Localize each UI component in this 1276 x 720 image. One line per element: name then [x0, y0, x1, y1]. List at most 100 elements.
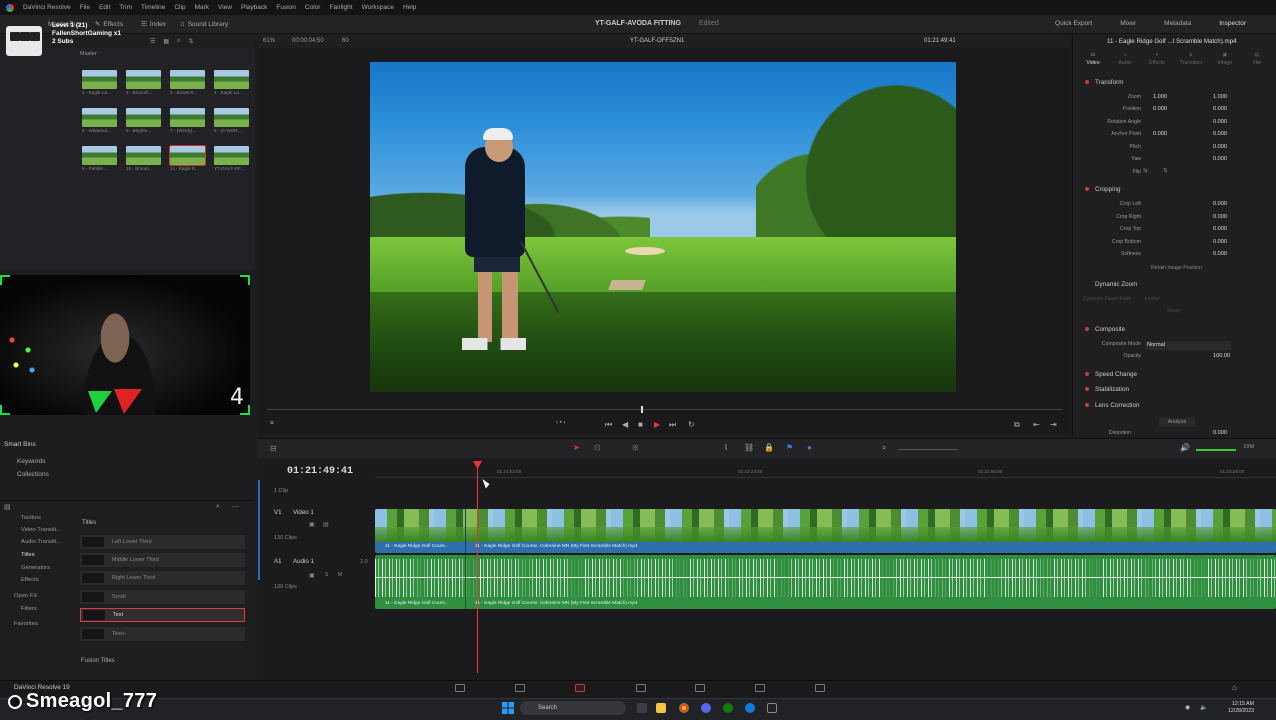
crop-left-value[interactable]: 0.000 — [1213, 201, 1227, 207]
cut-page-icon[interactable] — [515, 684, 525, 692]
enable-dot-icon[interactable] — [1085, 403, 1089, 407]
media-clip-thumb[interactable]: YT-GALF-OF... — [214, 146, 251, 173]
title-item[interactable]: Left Lower Third — [80, 535, 245, 549]
v1-track-name[interactable]: Video 1 — [293, 509, 314, 516]
quick-export-button[interactable]: Quick Export — [1055, 20, 1092, 27]
title-item[interactable]: Text+ — [80, 627, 245, 641]
tree-filters[interactable]: Filters — [21, 606, 37, 612]
play-icon[interactable]: ▶ — [654, 420, 660, 429]
next-edit-icon[interactable]: ⇥ — [1050, 420, 1057, 429]
anchor-y-value[interactable]: 0.000 — [1213, 131, 1227, 137]
volume-slider[interactable] — [1196, 449, 1236, 451]
retain-image-position-checkbox[interactable]: Retain Image Position — [1151, 265, 1202, 271]
prev-edit-icon[interactable]: ⇤ — [1033, 420, 1040, 429]
panel-toggle-icon[interactable]: ▤ — [4, 503, 11, 511]
menu-trim[interactable]: Trim — [119, 4, 132, 11]
tree-toolbox[interactable]: Toolbox — [21, 515, 41, 521]
enable-dot-icon[interactable] — [1085, 387, 1089, 391]
lock-track-icon[interactable]: ▣ — [309, 572, 315, 579]
crop-bottom-value[interactable]: 0.000 — [1213, 239, 1227, 245]
windows-start-icon[interactable] — [502, 702, 514, 714]
tree-effects[interactable]: Effects — [21, 577, 39, 583]
title-item[interactable]: Middle Lower Third — [80, 553, 245, 567]
menu-fusion[interactable]: Fusion — [276, 4, 296, 11]
timeline-options-icon[interactable]: ⊟ — [270, 444, 277, 453]
timeline-name[interactable]: YT-GALF-OFFSZN1 — [630, 38, 684, 44]
blade-tool-icon[interactable]: ⊞ — [632, 443, 639, 452]
speaker-icon[interactable]: 🔊 — [1180, 443, 1190, 452]
softness-value[interactable]: 0.000 — [1213, 251, 1227, 257]
video-track-icon[interactable]: ▤ — [323, 521, 329, 528]
media-clip-thumb[interactable]: 8 - (A WOR... — [214, 108, 251, 135]
enable-dot-icon[interactable] — [1085, 327, 1089, 331]
volume-icon[interactable]: 🔈 — [1200, 704, 1207, 711]
flip-horizontal-icon[interactable]: ⇆ — [1143, 168, 1148, 174]
tree-open-fx[interactable]: Open FX — [14, 593, 37, 599]
menu-help[interactable]: Help — [403, 4, 416, 11]
timeline-playhead[interactable] — [477, 463, 478, 673]
mute-icon[interactable]: M — [338, 572, 342, 578]
menu-mark[interactable]: Mark — [195, 4, 209, 11]
media-clip-thumb[interactable]: 3 - Bowie R... — [170, 70, 207, 97]
system-clock[interactable]: 12:15 AM 12/28/2023 — [1228, 701, 1254, 715]
file-explorer-icon[interactable] — [656, 703, 666, 713]
yaw-value[interactable]: 0.000 — [1213, 156, 1227, 162]
media-clip-thumb[interactable]: 1 - Eagle La... — [82, 70, 119, 97]
fairlight-page-icon[interactable] — [755, 684, 765, 692]
sort-icon[interactable]: ⇅ — [188, 38, 193, 45]
edge-icon[interactable] — [745, 703, 755, 713]
section-cropping[interactable]: Cropping — [1085, 186, 1121, 193]
a1-track-id[interactable]: A1 — [274, 558, 282, 565]
a1-track-name[interactable]: Audio 1 — [293, 558, 314, 565]
play-reverse-icon[interactable]: ◀ — [622, 420, 628, 429]
menu-fairlight[interactable]: Fairlight — [329, 4, 352, 11]
flip-vertical-icon[interactable]: ⇅ — [1163, 168, 1168, 174]
tab-video[interactable]: ▭ Video — [1079, 52, 1107, 66]
swap-button[interactable]: Swap — [1167, 308, 1180, 314]
list-view-icon[interactable]: ☰ — [150, 38, 155, 45]
smart-bin-collections[interactable]: Collections — [17, 471, 49, 478]
section-transform[interactable]: Transform — [1085, 79, 1123, 86]
home-icon[interactable]: ⌂ — [1232, 683, 1237, 692]
lock-icon[interactable]: 🔒 — [764, 443, 774, 452]
section-composite[interactable]: Composite — [1085, 326, 1125, 333]
network-icon[interactable]: ◉ — [1185, 704, 1190, 711]
selection-tool-icon[interactable]: ➤ — [573, 443, 580, 452]
scrubber-bar[interactable] — [267, 409, 1062, 410]
menu-playback[interactable]: Playback — [241, 4, 267, 11]
task-view-icon[interactable] — [637, 703, 647, 713]
metadata-button[interactable]: Metadata — [1164, 20, 1191, 27]
section-stabilization[interactable]: Stabilization — [1085, 386, 1129, 393]
go-to-end-icon[interactable]: ⏭ — [669, 420, 676, 430]
tab-file[interactable]: ▤ File — [1243, 52, 1271, 66]
menu-file[interactable]: File — [80, 4, 90, 11]
tab-effects[interactable]: ✦ Effects — [1143, 52, 1171, 66]
menu-workspace[interactable]: Workspace — [362, 4, 394, 11]
media-clip-thumb[interactable]: 4 - Eagle La... — [214, 70, 251, 97]
zoom-x-value[interactable]: 1.000 — [1153, 94, 1167, 100]
inspector-button[interactable]: Inspector — [1219, 20, 1246, 27]
link-icon[interactable]: ⛓ — [744, 443, 754, 452]
menu-timeline[interactable]: Timeline — [141, 4, 165, 11]
anchor-x-value[interactable]: 0.000 — [1153, 131, 1167, 137]
mixer-button[interactable]: Mixer — [1120, 20, 1136, 27]
enable-dot-icon[interactable] — [1085, 372, 1089, 376]
index-button[interactable]: ☰ Index — [141, 20, 166, 29]
viewer-options-icon[interactable]: ⌗ — [270, 420, 274, 428]
enable-dot-icon[interactable] — [1085, 187, 1089, 191]
tree-audio-transitions[interactable]: Audio Transiti... — [21, 539, 61, 545]
viewer-zoom[interactable]: 61% — [263, 38, 275, 44]
go-to-start-icon[interactable]: ⏮ — [605, 420, 612, 430]
media-clip-thumb[interactable]: 9 - Pebble ... — [82, 146, 119, 173]
menu-color[interactable]: Color — [305, 4, 321, 11]
stop-icon[interactable]: ■ — [638, 420, 643, 429]
composite-mode-dropdown[interactable]: Normal — [1145, 341, 1231, 350]
media-clip-thumb[interactable]: 7 - (Windy)... — [170, 108, 207, 135]
zoom-y-value[interactable]: 1.000 — [1213, 94, 1227, 100]
lock-track-icon[interactable]: ▣ — [309, 521, 315, 528]
audio-clip[interactable]: 11 - Eagle Ridge Golf Cours... 11 - Eagl… — [375, 555, 1276, 609]
section-dynamic-zoom[interactable]: Dynamic Zoom — [1085, 281, 1137, 288]
tree-video-transitions[interactable]: Video Transiti... — [21, 527, 61, 533]
crop-right-value[interactable]: 0.000 — [1213, 214, 1227, 220]
deliver-page-icon[interactable] — [815, 684, 825, 692]
